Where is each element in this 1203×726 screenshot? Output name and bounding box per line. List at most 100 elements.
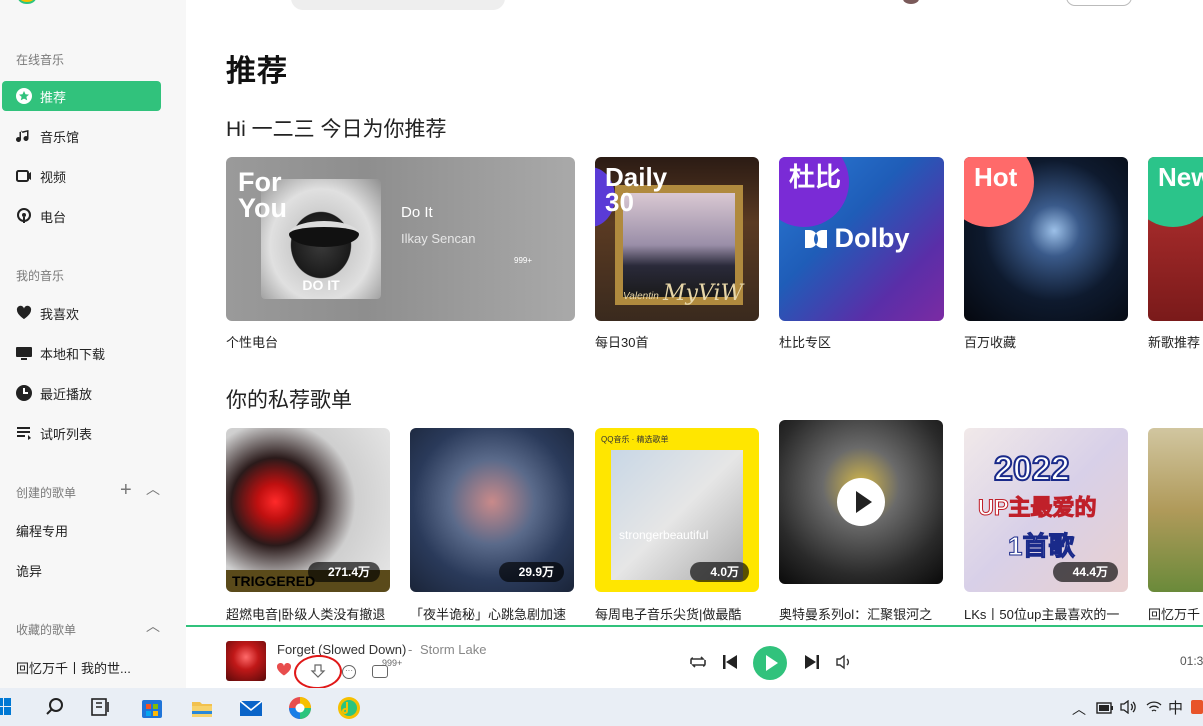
daily-caption[interactable]: 每日30首 [595,332,648,351]
sidebar-item-recent[interactable]: 最近播放 [2,378,161,408]
cover-signature: MyViW [663,281,744,306]
play-count: 271.4万 [307,562,380,582]
sidebar-item-label: 本地和下载 [40,346,106,362]
hot-caption[interactable]: 百万收藏 [964,332,1016,351]
dolby-logo-text: Dolby [834,223,910,253]
dolby-icon [805,230,827,248]
playlist-card[interactable]: TRIGGERED 271.4万 [226,428,390,592]
collapse-chevron-icon[interactable]: ︿ [146,619,160,633]
sidebar-item-label: 推荐 [40,89,67,105]
title-separator: - [408,642,413,657]
app-logo [18,0,36,4]
greeting-heading: Hi 一二三 今日为你推荐 [226,118,447,141]
new-card[interactable]: New [1148,157,1203,321]
top-button[interactable] [1066,0,1132,6]
sidebar-item-local-download[interactable]: 本地和下载 [2,338,161,368]
mail-icon[interactable] [239,696,263,720]
for-you-tag: For You [238,167,287,223]
sidebar-item-favorites[interactable]: 我喜欢 [2,298,161,328]
sidebar-item-video[interactable]: 视频 [2,161,161,191]
store-icon[interactable] [140,696,164,720]
playlist-caption[interactable]: 回忆万千 [1148,604,1203,623]
playlist-caption[interactable]: 「夜半诡秘」心跳急剧加速 [410,604,575,623]
qq-music-icon[interactable] [337,696,361,720]
new-caption[interactable]: 新歌推荐 [1148,332,1203,351]
sidebar-playlist-item[interactable]: 编程专用 [2,515,161,545]
sidebar-item-label: 音乐馆 [40,129,80,145]
for-you-caption[interactable]: 个性电台 [226,332,278,351]
for-you-count: 999+ [514,256,533,265]
more-options-icon[interactable]: ··· [342,665,356,679]
loop-icon[interactable] [688,653,708,676]
now-playing-artist[interactable]: Storm Lake [420,642,486,657]
sidebar: 在线音乐 推荐 音乐馆 视频 电台 我的音乐 我喜欢 本地和下载 最近播放 试听… [0,0,186,688]
sidebar-item-label: 电台 [40,209,67,225]
avatar[interactable] [903,0,919,4]
battery-icon[interactable] [1096,701,1114,717]
playlist-caption[interactable]: 奥特曼系列ol：汇聚银河之 [779,604,944,623]
now-playing-title[interactable]: Forget (Slowed Down) [277,642,406,657]
playlist-caption[interactable]: LKs丨50位up主最喜欢的一 [964,604,1128,623]
task-view-icon[interactable] [90,696,114,720]
ime-indicator[interactable]: 中 [1168,697,1183,718]
now-playing-cover[interactable] [226,641,266,681]
speaker-icon[interactable] [1120,699,1138,717]
playlist-card[interactable]: 29.9万 [410,428,574,592]
section-collected-playlists: 收藏的歌单 [16,623,77,637]
search-icon[interactable] [44,696,68,720]
section-created-playlists: 创建的歌单 [16,486,77,500]
sidebar-item-label: 我喜欢 [40,306,80,322]
file-explorer-icon[interactable] [190,696,214,720]
play-button[interactable] [753,646,787,680]
comment-count: 999+ [382,658,403,668]
search-input[interactable] [291,0,505,10]
playlist-caption[interactable]: 每周电子音乐尖货|做最酷 [595,604,759,623]
like-heart-icon[interactable] [276,662,292,677]
section-online-music: 在线音乐 [16,53,65,67]
song-title[interactable]: Forget (Slowed Down) [277,642,406,657]
sidebar-item-recommend[interactable]: 推荐 [2,81,161,111]
cover-signature-small: Valentin [623,291,659,302]
cover-text: 1首歌 [1007,531,1075,562]
playlist-card[interactable]: 2022 UP主最爱的 1首歌 44.4万 [964,428,1128,592]
cover-art [611,450,743,580]
add-playlist-icon[interactable]: + [120,480,132,500]
sidebar-item-music-hall[interactable]: 音乐馆 [2,121,161,151]
dolby-caption[interactable]: 杜比专区 [779,332,831,351]
sidebar-playlist-item[interactable]: 诡异 [2,555,161,585]
cover-text: DO IT [302,277,340,293]
clock-icon [14,383,34,403]
browser-icon[interactable] [288,696,312,720]
play-count: 29.9万 [498,562,564,582]
playlist-card[interactable] [1148,428,1203,592]
sidebar-item-label: 视频 [40,169,67,185]
wifi-icon[interactable] [1146,700,1162,717]
playlist-caption[interactable]: 超燃电音|卧级人类没有撤退 [226,604,390,623]
cover-year: 2022 [993,449,1071,489]
playlist-card[interactable] [779,420,943,584]
tray-chevron-up-icon[interactable]: ︿ [1072,699,1086,719]
windows-start-icon[interactable] [0,696,20,720]
previous-track-icon[interactable] [722,654,738,675]
dolby-card[interactable]: 杜比 Dolby [779,157,944,321]
sidebar-item-trial-list[interactable]: 试听列表 [2,418,161,448]
video-icon [14,166,34,186]
page-title: 推荐 [226,55,288,88]
sidebar-item-label: 回忆万千丨我的世... [16,660,131,676]
radio-icon [14,206,34,226]
play-icon[interactable] [837,478,885,526]
sidebar-item-radio[interactable]: 电台 [2,201,161,231]
dolby-logo: Dolby [805,223,910,254]
for-you-card[interactable]: DO IT For You Do It Ilkay Sencan 999+ [226,157,575,321]
sidebar-item-label: 编程专用 [16,523,69,539]
sidebar-playlist-item[interactable]: 回忆万千丨我的世... [2,652,161,682]
playlist-card[interactable]: QQ音乐 · 精选歌单 strongerbeautiful 4.0万 [595,428,759,592]
hot-card[interactable]: Hot [964,157,1128,321]
qq-badge: QQ音乐 · 精选歌单 [601,435,669,444]
daily-30-card[interactable]: MyViW Valentin Daily 30 [595,157,759,321]
collapse-chevron-icon[interactable]: ︿ [146,482,160,496]
volume-icon[interactable] [835,654,853,675]
ime-toolbar-icon[interactable] [1190,699,1203,718]
hot-tag: Hot [974,162,1018,192]
next-track-icon[interactable] [804,654,820,675]
